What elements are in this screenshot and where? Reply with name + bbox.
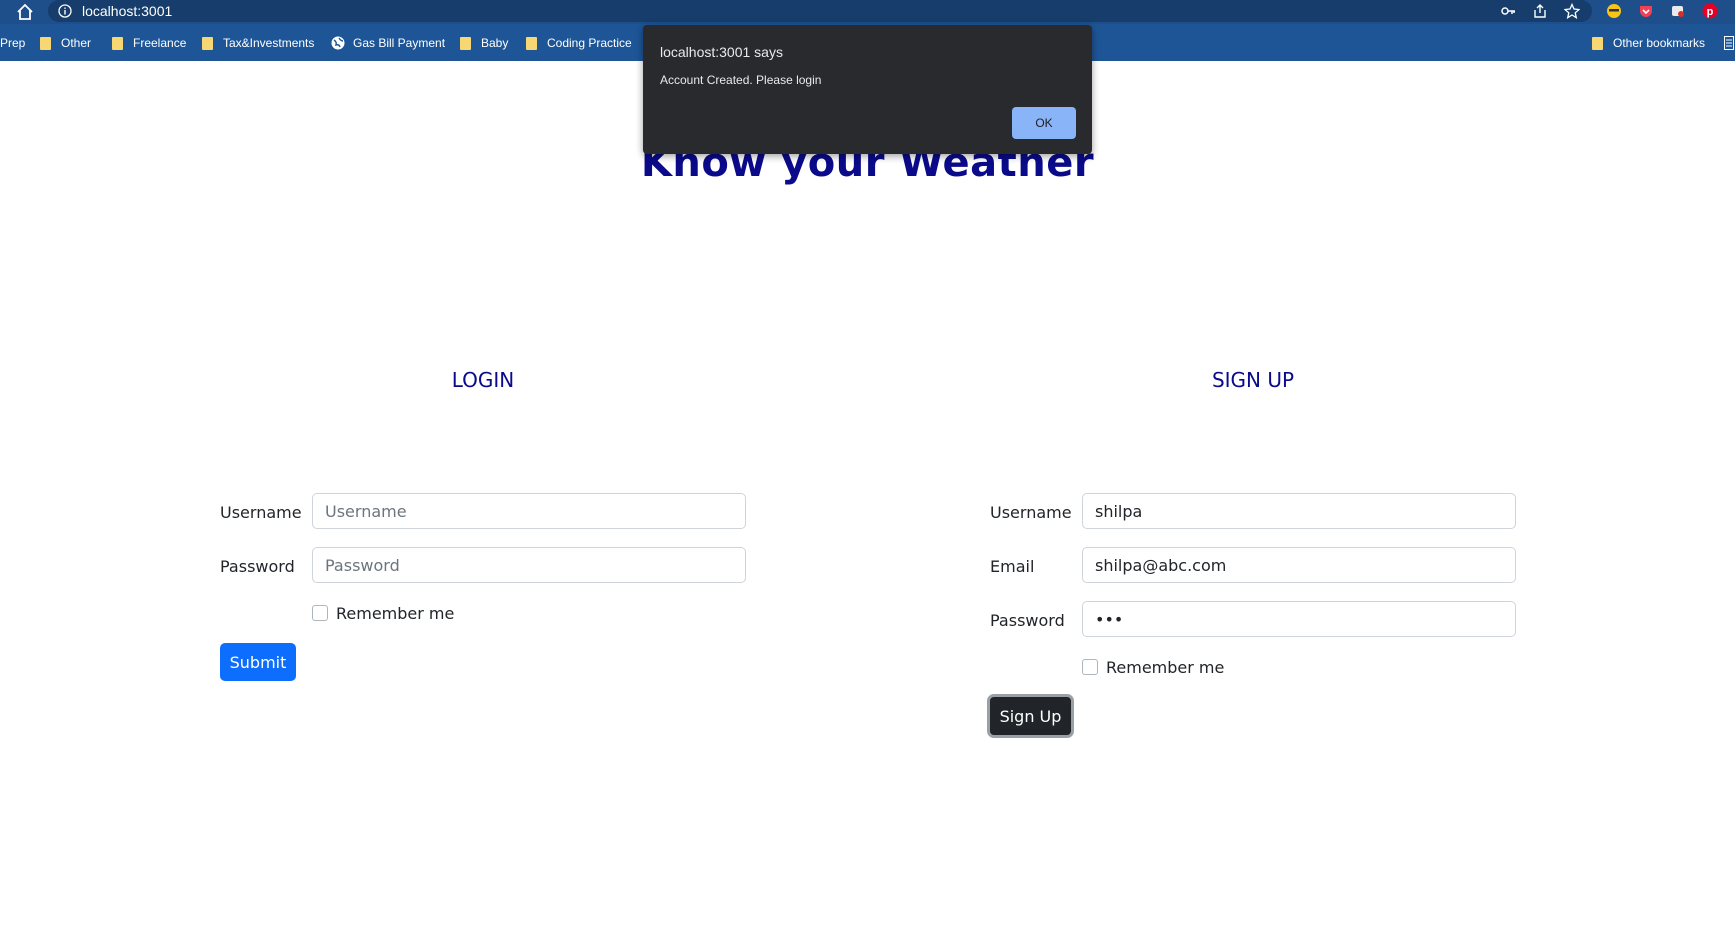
bookmark-prep[interactable]: Prep xyxy=(0,34,25,52)
reading-list-icon[interactable] xyxy=(1724,36,1734,50)
bookmark-label: Tax&Investments xyxy=(223,36,315,50)
signup-password-label: Password xyxy=(990,611,1065,630)
share-icon[interactable] xyxy=(1532,3,1548,19)
dialog-message: Account Created. Please login xyxy=(660,73,822,87)
login-heading: LOGIN xyxy=(451,368,515,392)
browser-toolbar: localhost:3001 p xyxy=(0,0,1735,24)
folder-icon xyxy=(526,36,537,50)
submit-button[interactable]: Submit xyxy=(220,643,296,681)
address-bar[interactable]: localhost:3001 xyxy=(48,0,1592,22)
home-icon xyxy=(17,3,33,20)
extension-emoji-icon[interactable] xyxy=(1606,3,1622,19)
signup-remember-label: Remember me xyxy=(1106,658,1225,677)
login-username-label: Username xyxy=(220,503,302,522)
alert-dialog: localhost:3001 says Account Created. Ple… xyxy=(643,25,1092,154)
login-password-label: Password xyxy=(220,557,295,576)
signup-email-input[interactable] xyxy=(1082,547,1516,583)
bookmark-gas-bill-payment[interactable]: Gas Bill Payment xyxy=(331,34,445,52)
extension-puzzle-icon[interactable] xyxy=(1670,3,1686,19)
signup-username-input[interactable] xyxy=(1082,493,1516,529)
signup-button[interactable]: Sign Up xyxy=(987,694,1074,738)
folder-icon xyxy=(112,36,123,50)
pocket-icon[interactable] xyxy=(1638,3,1654,19)
login-password-input[interactable] xyxy=(312,547,746,583)
folder-icon xyxy=(40,36,51,50)
bookmark-tax-investments[interactable]: Tax&Investments xyxy=(202,34,314,52)
signup-password-input[interactable] xyxy=(1082,601,1516,637)
other-bookmarks-label: Other bookmarks xyxy=(1613,36,1706,50)
key-icon[interactable] xyxy=(1500,3,1516,19)
svg-text:p: p xyxy=(1707,6,1714,18)
bookmark-label: Gas Bill Payment xyxy=(353,36,446,50)
login-remember-label: Remember me xyxy=(336,604,455,623)
signup-heading: SIGN UP xyxy=(1211,368,1295,392)
signup-remember-checkbox[interactable] xyxy=(1082,659,1098,675)
globe-icon xyxy=(331,36,345,50)
bookmark-baby[interactable]: Baby xyxy=(460,34,508,52)
bookmark-label: Coding Practice xyxy=(547,36,632,50)
bookmark-label: Prep xyxy=(0,36,26,50)
folder-icon xyxy=(202,36,213,50)
bookmark-freelance[interactable]: Freelance xyxy=(112,34,186,52)
dialog-origin: localhost:3001 says xyxy=(660,44,783,60)
signup-email-label: Email xyxy=(990,557,1035,576)
ok-button[interactable]: OK xyxy=(1012,107,1076,139)
home-button[interactable] xyxy=(14,1,36,23)
bookmark-label: Freelance xyxy=(133,36,187,50)
folder-icon xyxy=(1592,36,1603,50)
bookmark-coding-practice[interactable]: Coding Practice xyxy=(526,34,632,52)
pinterest-icon[interactable]: p xyxy=(1702,3,1718,19)
other-bookmarks[interactable]: Other bookmarks xyxy=(1592,34,1705,52)
login-username-input[interactable] xyxy=(312,493,746,529)
url-text: localhost:3001 xyxy=(82,3,173,19)
info-icon[interactable] xyxy=(58,4,72,18)
bookmark-other[interactable]: Other xyxy=(40,34,91,52)
bookmark-label: Baby xyxy=(481,36,509,50)
signup-username-label: Username xyxy=(990,503,1072,522)
bookmark-label: Other xyxy=(61,36,92,50)
folder-icon xyxy=(460,36,471,50)
login-remember-checkbox[interactable] xyxy=(312,605,328,621)
star-icon[interactable] xyxy=(1564,3,1580,19)
